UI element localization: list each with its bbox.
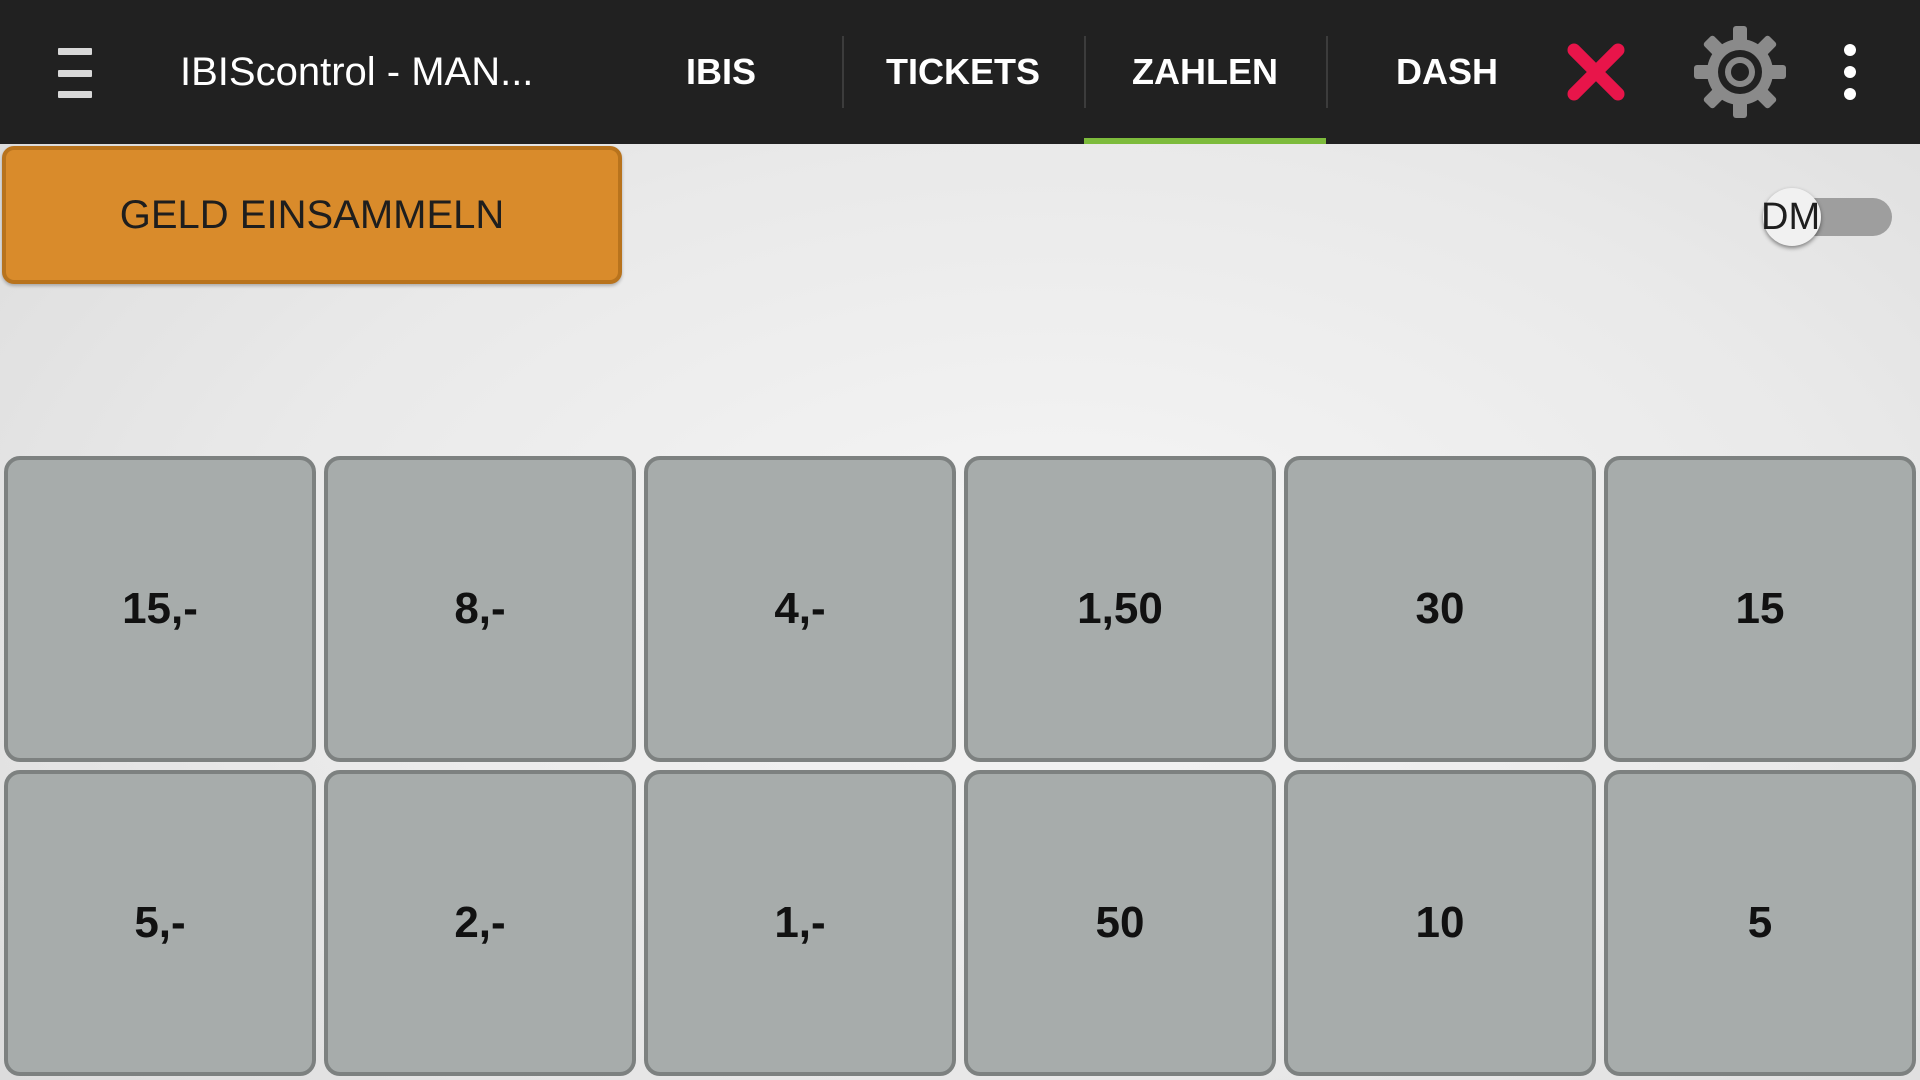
tab-bar: IBIS TICKETS ZAHLEN DASH	[600, 0, 1568, 144]
tab-ibis[interactable]: IBIS	[600, 0, 842, 144]
amount-button[interactable]: 15	[1604, 456, 1916, 762]
more-vertical-icon[interactable]	[1800, 22, 1900, 122]
amount-button[interactable]: 50	[964, 770, 1276, 1076]
amount-button[interactable]: 1,50	[964, 456, 1276, 762]
amount-button[interactable]: 30	[1284, 456, 1596, 762]
gear-icon[interactable]	[1690, 22, 1790, 122]
tab-dash[interactable]: DASH	[1326, 0, 1568, 144]
close-icon[interactable]	[1546, 22, 1646, 122]
currency-dm-toggle[interactable]: DM	[1760, 188, 1892, 246]
collect-money-button[interactable]: GELD EINSAMMELN	[2, 146, 622, 284]
amount-button[interactable]: 5,-	[4, 770, 316, 1076]
hamburger-menu-icon[interactable]	[52, 48, 98, 98]
tab-tickets[interactable]: TICKETS	[842, 0, 1084, 144]
amount-button[interactable]: 15,-	[4, 456, 316, 762]
amount-button[interactable]: 2,-	[324, 770, 636, 1076]
amount-button[interactable]: 1,-	[644, 770, 956, 1076]
tab-zahlen[interactable]: ZAHLEN	[1084, 0, 1326, 144]
toggle-label: DM	[1761, 196, 1821, 238]
amount-button[interactable]: 4,-	[644, 456, 956, 762]
app-bar: IBIScontrol - MAN... IBIS TICKETS ZAHLEN…	[0, 0, 1920, 144]
amount-keypad: 15,- 8,- 4,- 1,50 30 15 5,- 2,- 1,- 50 1…	[4, 456, 1918, 1076]
amount-button[interactable]: 5	[1604, 770, 1916, 1076]
app-title: IBIScontrol - MAN...	[180, 50, 534, 94]
amount-button[interactable]: 10	[1284, 770, 1596, 1076]
amount-button[interactable]: 8,-	[324, 456, 636, 762]
